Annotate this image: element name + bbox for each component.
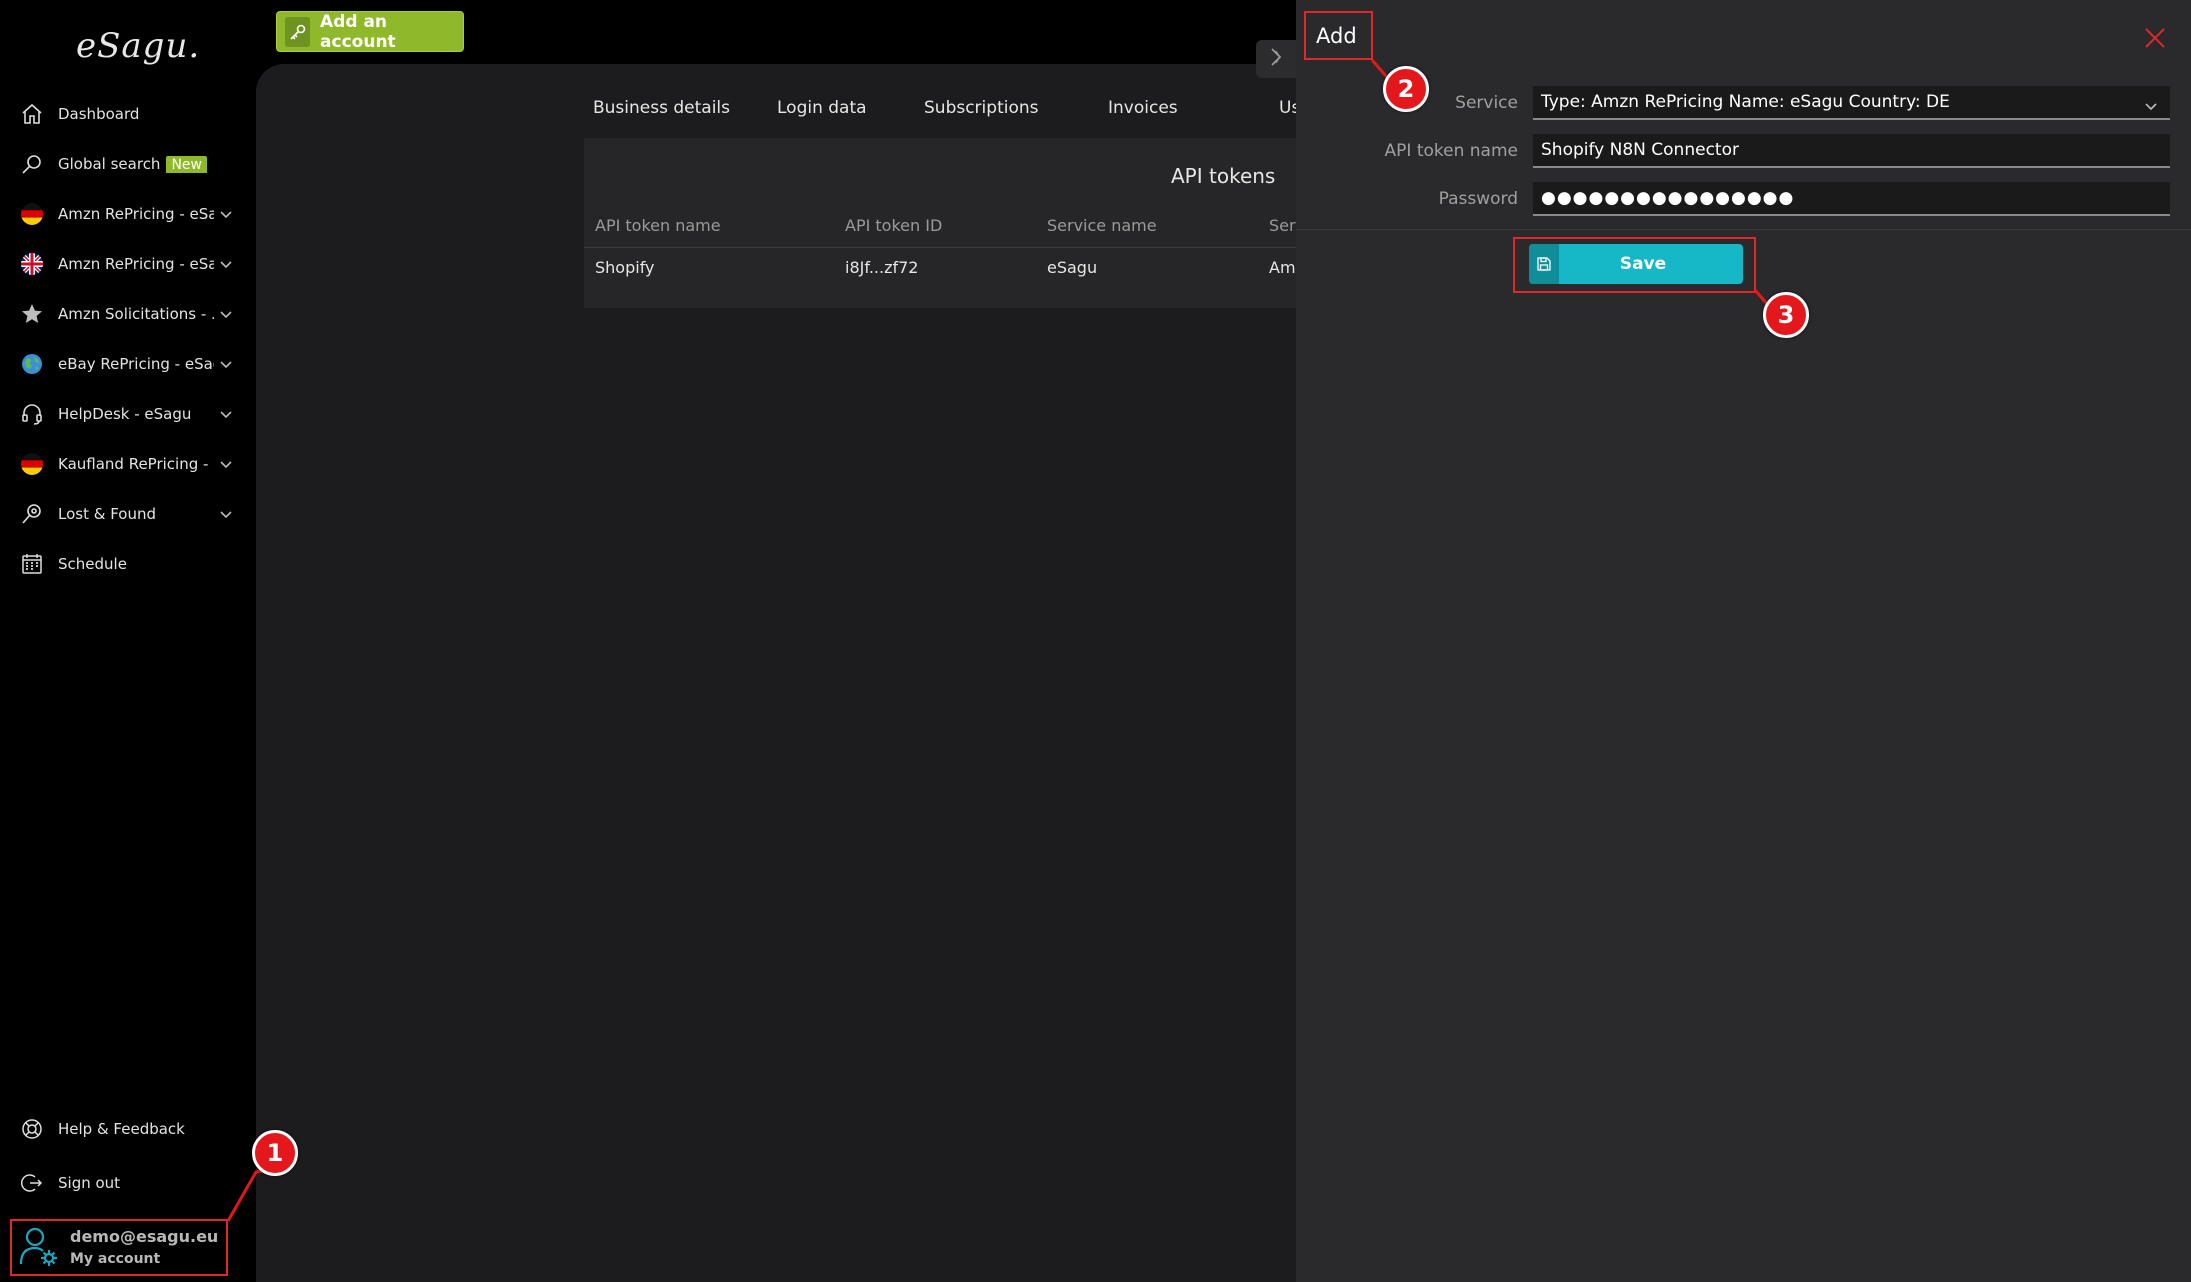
sidebar-item-amzn-solicitations[interactable]: Amzn Solicitations - ... xyxy=(0,294,256,334)
chevron-down-icon[interactable] xyxy=(214,359,238,369)
sign-out-icon xyxy=(18,1169,46,1197)
tab-business-details[interactable]: Business details xyxy=(593,98,730,118)
step-marker-3: 3 xyxy=(1763,292,1809,338)
save-button[interactable]: Save xyxy=(1529,244,1743,284)
tab-subscriptions[interactable]: Subscriptions xyxy=(924,98,1038,118)
flag-de-icon xyxy=(18,200,46,228)
api-token-name-value: Shopify N8N Connector xyxy=(1541,140,1739,160)
sidebar-item-helpdesk[interactable]: HelpDesk - eSagu xyxy=(0,394,256,434)
key-icon xyxy=(285,16,311,47)
drawer-title: Add xyxy=(1316,24,1357,48)
flag-de-icon xyxy=(18,450,46,478)
service-value: Type: Amzn RePricing Name: eSagu Country… xyxy=(1541,92,1950,112)
logo: eSagu. xyxy=(76,26,201,66)
sidebar-item-label: Amzn RePricing - eSa... xyxy=(58,205,214,223)
add-account-button[interactable]: Add an account xyxy=(276,11,464,52)
my-account-button[interactable]: demo@esagu.eu My account xyxy=(10,1219,228,1276)
sidebar-item-sign-out[interactable]: Sign out xyxy=(0,1163,256,1203)
sidebar-item-label: Amzn RePricing - eSa... xyxy=(58,255,214,273)
password-field[interactable]: ●●●●●●●●●●●●●●●● xyxy=(1533,182,2170,216)
sidebar-item-schedule[interactable]: Schedule xyxy=(0,544,256,584)
save-label: Save xyxy=(1619,254,1667,274)
cell-token-name: Shopify xyxy=(595,258,655,277)
sidebar-item-amzn-repricing-uk[interactable]: Amzn RePricing - eSa... xyxy=(0,244,256,284)
sidebar-item-label: Schedule xyxy=(58,555,127,573)
table-divider xyxy=(584,247,1296,248)
column-header-token-name[interactable]: API token name xyxy=(595,216,721,235)
globe-icon xyxy=(18,350,46,378)
step-marker-2: 2 xyxy=(1383,66,1429,112)
account-email: demo@esagu.eu xyxy=(70,1226,219,1246)
sidebar-item-label: Lost & Found xyxy=(58,505,157,523)
sidebar-item-global-search[interactable]: Global search New xyxy=(0,144,256,184)
panel-title: API tokens xyxy=(1171,164,1276,188)
home-icon xyxy=(18,100,46,128)
close-icon[interactable] xyxy=(2143,26,2167,50)
sidebar-item-lost-found[interactable]: Lost & Found xyxy=(0,494,256,534)
sidebar-item-dashboard[interactable]: Dashboard xyxy=(0,94,256,134)
api-token-name-field[interactable]: Shopify N8N Connector xyxy=(1533,134,2170,168)
cell-service: Am xyxy=(1269,258,1296,277)
floppy-disk-icon xyxy=(1529,244,1559,284)
chevron-down-icon[interactable] xyxy=(214,409,238,419)
flag-uk-icon xyxy=(18,250,46,278)
chevron-down-icon[interactable] xyxy=(214,259,238,269)
sidebar: eSagu. Dashboard Global search New Amzn R… xyxy=(0,0,256,1282)
sidebar-item-label: Dashboard xyxy=(58,105,140,123)
new-badge: New xyxy=(166,156,207,173)
cell-service-name: eSagu xyxy=(1047,258,1098,277)
sidebar-item-kaufland-repricing[interactable]: Kaufland RePricing - ... xyxy=(0,444,256,484)
form-divider xyxy=(1296,229,2191,230)
cell-token-id: i8Jf...zf72 xyxy=(845,258,919,277)
chevron-right-icon xyxy=(1269,47,1283,71)
sidebar-item-label: HelpDesk - eSagu xyxy=(58,405,192,423)
user-settings-icon xyxy=(18,1224,60,1272)
sidebar-item-help-feedback[interactable]: Help & Feedback xyxy=(0,1109,256,1149)
lifebuoy-icon xyxy=(18,1115,46,1143)
sidebar-item-label: Global search xyxy=(58,155,161,173)
headset-icon xyxy=(18,400,46,428)
column-header-service[interactable]: Ser xyxy=(1269,216,1296,235)
account-label: My account xyxy=(70,1250,161,1267)
chevron-down-icon[interactable] xyxy=(214,209,238,219)
sidebar-item-label: Amzn Solicitations - ... xyxy=(58,305,214,323)
sidebar-item-label: Sign out xyxy=(58,1174,121,1192)
password-value: ●●●●●●●●●●●●●●●● xyxy=(1541,188,1795,208)
expand-drawer-button[interactable] xyxy=(1256,40,1296,78)
chevron-down-icon[interactable] xyxy=(214,309,238,319)
tab-login-data[interactable]: Login data xyxy=(777,98,867,118)
password-label: Password xyxy=(1438,189,1518,209)
lost-found-icon xyxy=(18,500,46,528)
tab-invoices[interactable]: Invoices xyxy=(1108,98,1178,118)
sidebar-item-label: Kaufland RePricing - ... xyxy=(58,455,214,473)
sidebar-item-ebay-repricing[interactable]: eBay RePricing - eSagu xyxy=(0,344,256,384)
star-icon xyxy=(18,300,46,328)
chevron-down-icon[interactable] xyxy=(214,509,238,519)
account-text: demo@esagu.eu My account xyxy=(70,1226,218,1270)
api-token-name-label: API token name xyxy=(1384,141,1518,161)
sidebar-item-amzn-repricing-de[interactable]: Amzn RePricing - eSa... xyxy=(0,194,256,234)
step-marker-1: 1 xyxy=(252,1130,298,1176)
add-account-label: Add an account xyxy=(320,11,396,52)
column-header-token-id[interactable]: API token ID xyxy=(845,216,942,235)
calendar-icon xyxy=(18,550,46,578)
sidebar-item-label-wrap: Global search New xyxy=(58,155,256,173)
service-select[interactable]: Type: Amzn RePricing Name: eSagu Country… xyxy=(1533,86,2170,120)
chevron-down-icon[interactable] xyxy=(214,459,238,469)
column-header-service-name[interactable]: Service name xyxy=(1047,216,1157,235)
search-icon xyxy=(18,150,46,178)
chevron-down-icon xyxy=(2144,96,2158,116)
sidebar-item-label: eBay RePricing - eSagu xyxy=(58,355,214,373)
sidebar-item-label: Help & Feedback xyxy=(58,1120,185,1138)
